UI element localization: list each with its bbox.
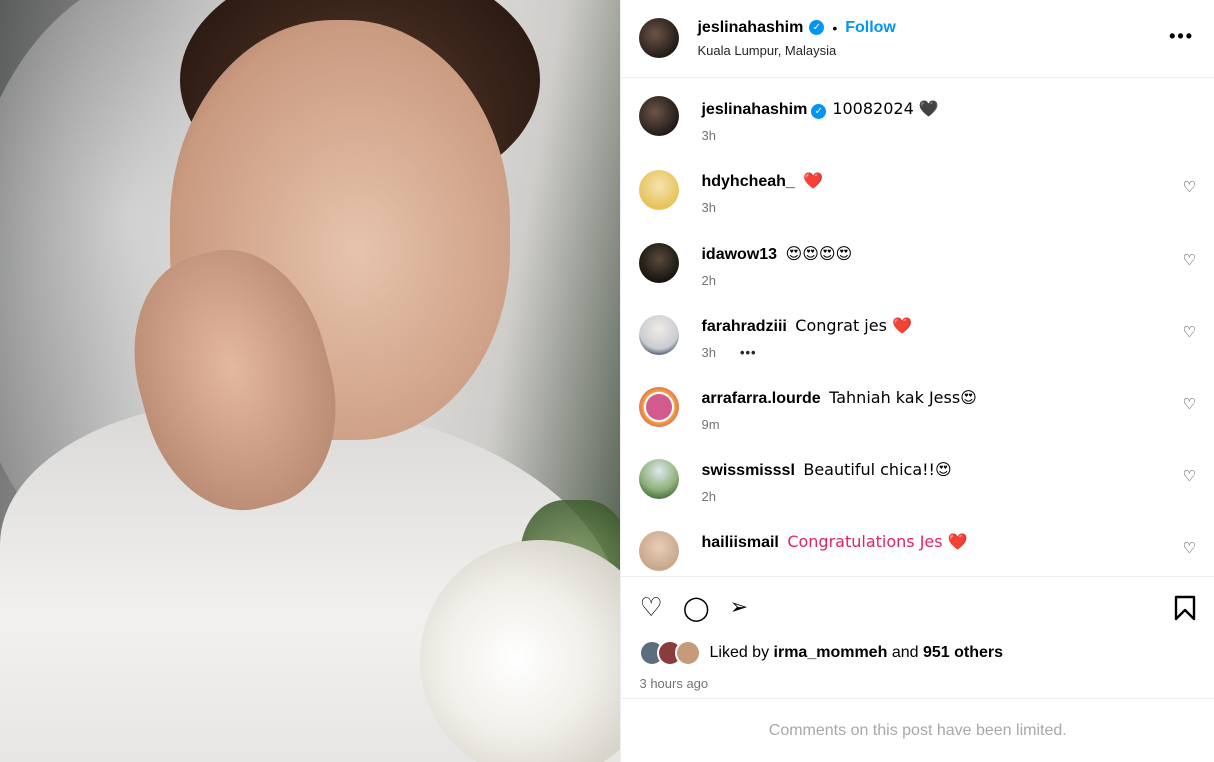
comment-body: swissmisssl Beautiful chica!!😍 2h — [701, 459, 951, 504]
liker-avatar[interactable] — [675, 640, 702, 667]
share-send-icon[interactable]: ➢ — [730, 596, 748, 619]
comment-body: arrafarra.lourde Tahniah kak Jess😍 9m — [701, 387, 976, 432]
verified-icon: ✓ — [809, 20, 825, 36]
caption-time[interactable]: 3h — [701, 128, 715, 143]
comment-like-heart-icon[interactable]: ♡ — [1183, 539, 1196, 557]
comment-like-heart-icon[interactable]: ♡ — [1183, 323, 1196, 341]
commenter-avatar[interactable] — [639, 386, 680, 427]
save-bookmark-icon[interactable] — [1174, 595, 1196, 621]
comment-body: hailiismail Congratulations Jes ❤️ — [701, 531, 967, 571]
verified-icon: ✓ — [811, 104, 827, 120]
follow-button[interactable]: Follow — [845, 19, 896, 37]
likes-others-link[interactable]: 951 others — [923, 644, 1003, 661]
caption-username[interactable]: jeslinahashim — [701, 101, 807, 118]
likes-user-link[interactable]: irma_mommeh — [774, 644, 888, 661]
comment-username[interactable]: hailiismail — [701, 534, 778, 551]
commenter-avatar[interactable] — [639, 242, 680, 283]
author-info: jeslinahashim ✓ • Follow Kuala Lumpur, M… — [697, 19, 895, 58]
commenter-avatar[interactable] — [639, 458, 680, 499]
comment-like-heart-icon[interactable]: ♡ — [1183, 467, 1196, 485]
comment-meta: 2h — [701, 273, 852, 288]
author-line: jeslinahashim ✓ • Follow — [697, 19, 895, 37]
comment-meta: 2h — [701, 489, 951, 504]
comment-text-line: hailiismail Congratulations Jes ❤️ — [701, 531, 967, 554]
comment-username[interactable]: idawow13 — [701, 246, 777, 263]
comment-text: Tahniah kak Jess😍 — [829, 387, 977, 407]
comment-text: Beautiful chica!!😍 — [803, 459, 952, 479]
comment-item: swissmisssl Beautiful chica!!😍 2h ♡ — [639, 458, 1196, 504]
likes-summary: Liked by irma_mommeh and 951 others — [621, 638, 1214, 668]
likes-prefix: Liked by — [709, 644, 770, 662]
post-modal: jeslinahashim ✓ • Follow Kuala Lumpur, M… — [0, 0, 1214, 762]
comment-like-heart-icon[interactable]: ♡ — [1183, 395, 1196, 413]
comments-list[interactable]: jeslinahashim ✓ 10082024 🖤 3h hdyhcheah_ ❤… — [621, 78, 1214, 577]
comment-like-heart-icon[interactable]: ♡ — [1183, 178, 1196, 196]
comments-limited-notice: Comments on this post have been limited. — [621, 698, 1214, 762]
comment-body: farahradziii Congrat jes ❤️ 3h ••• — [701, 315, 911, 360]
like-heart-icon[interactable]: ♡ — [639, 595, 662, 621]
comment-body: idawow13 😍😍😍😍 2h — [701, 243, 852, 288]
post-photo[interactable] — [0, 0, 621, 762]
post-header: jeslinahashim ✓ • Follow Kuala Lumpur, M… — [621, 0, 1214, 78]
separator-dot: • — [832, 19, 838, 36]
comment-text: Congratulations Jes ❤️ — [787, 531, 968, 551]
comment-text: ❤️ — [803, 170, 824, 190]
caption-body: jeslinahashim ✓ 10082024 🖤 3h — [701, 96, 938, 143]
post-location[interactable]: Kuala Lumpur, Malaysia — [697, 43, 895, 58]
comment-options-icon[interactable]: ••• — [740, 345, 757, 360]
comment-username[interactable]: swissmisssl — [701, 462, 794, 479]
comment-time[interactable]: 2h — [701, 489, 715, 504]
likes-text: Liked by irma_mommeh and 951 others — [709, 644, 1003, 662]
comment-text-line: arrafarra.lourde Tahniah kak Jess😍 — [701, 387, 976, 410]
comment-time[interactable]: 3h — [701, 200, 715, 215]
caption: jeslinahashim ✓ 10082024 🖤 3h — [639, 95, 1196, 143]
more-options-icon[interactable]: ••• — [1169, 26, 1194, 47]
comment-username[interactable]: hdyhcheah_ — [701, 173, 794, 190]
comment-username[interactable]: arrafarra.lourde — [701, 390, 820, 407]
caption-meta: 3h — [701, 128, 938, 143]
comment-text-line: idawow13 😍😍😍😍 — [701, 243, 852, 266]
comment-body: hdyhcheah_ ❤️ 3h — [701, 170, 823, 215]
comment-username[interactable]: farahradziii — [701, 318, 786, 335]
comment-meta: 9m — [701, 417, 976, 432]
comment-time[interactable]: 2h — [701, 273, 715, 288]
comment-text-line: farahradziii Congrat jes ❤️ — [701, 315, 911, 338]
commenter-avatar[interactable] — [639, 169, 680, 210]
comment-text: 😍😍😍😍 — [785, 243, 853, 263]
comment-item: hdyhcheah_ ❤️ 3h ♡ — [639, 169, 1196, 215]
commenter-avatar[interactable] — [639, 314, 680, 355]
caption-avatar[interactable] — [639, 95, 680, 136]
post-sidebar: jeslinahashim ✓ • Follow Kuala Lumpur, M… — [620, 0, 1214, 762]
caption-text: 10082024 🖤 — [832, 98, 939, 118]
comment-time[interactable]: 3h — [701, 345, 715, 360]
comment-time[interactable]: 9m — [701, 417, 719, 432]
comment-text: Congrat jes ❤️ — [795, 315, 912, 335]
caption-text-line: jeslinahashim ✓ 10082024 🖤 — [701, 98, 939, 121]
author-username[interactable]: jeslinahashim — [697, 19, 803, 37]
comment-meta: 3h ••• — [701, 345, 911, 360]
comment-bubble-icon[interactable]: ◯ — [683, 596, 710, 620]
post-timestamp[interactable]: 3 hours ago — [621, 670, 1214, 698]
commenter-avatar[interactable] — [639, 530, 680, 571]
author-avatar[interactable] — [639, 18, 680, 59]
comment-text-line: swissmisssl Beautiful chica!!😍 — [701, 459, 951, 482]
comment-item: farahradziii Congrat jes ❤️ 3h ••• ♡ — [639, 314, 1196, 360]
comment-like-heart-icon[interactable]: ♡ — [1183, 251, 1196, 269]
comment-item: idawow13 😍😍😍😍 2h ♡ — [639, 242, 1196, 288]
comment-text-line: hdyhcheah_ ❤️ — [701, 170, 823, 193]
comment-item: arrafarra.lourde Tahniah kak Jess😍 9m ♡ — [639, 386, 1196, 432]
comment-item: hailiismail Congratulations Jes ❤️ ♡ — [639, 530, 1196, 571]
likes-middle: and — [891, 644, 919, 662]
action-bar: ♡ ◯ ➢ — [621, 577, 1214, 639]
comment-meta: 3h — [701, 200, 823, 215]
